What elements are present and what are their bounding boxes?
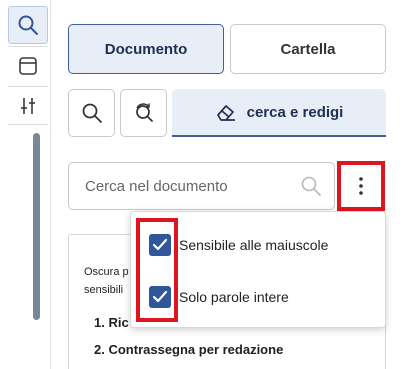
menu-item-label: Solo parole intere — [179, 289, 289, 305]
toolbar-divider — [8, 124, 48, 125]
document-scope-button[interactable]: Documento — [68, 24, 224, 74]
step-number: 1. — [94, 315, 105, 330]
folder-scope-button[interactable]: Cartella — [230, 24, 386, 74]
search-field[interactable] — [68, 162, 335, 210]
search-replace-icon — [135, 103, 153, 122]
instruction-step: 2. Contrassegna per redazione — [94, 342, 283, 357]
menu-item-label: Sensibile alle maiuscole — [179, 237, 329, 253]
redact-mode-label: cerca e redigi — [246, 103, 344, 121]
step-number: 2. — [94, 342, 105, 357]
instruction-step: 1. Ric — [94, 315, 129, 330]
more-options-button[interactable] — [344, 166, 378, 206]
step-text: Ric — [108, 315, 129, 330]
sliders-icon — [21, 98, 35, 114]
search-mode-button[interactable] — [68, 89, 115, 137]
replace-mode-button[interactable] — [120, 89, 167, 137]
more-vertical-icon — [359, 177, 363, 195]
checkbox-highlight-box — [136, 218, 178, 322]
search-submit-button[interactable] — [300, 175, 322, 202]
panel-separator — [50, 0, 51, 369]
search-panel-button[interactable] — [8, 6, 48, 44]
panel-icon — [19, 57, 37, 75]
redact-mode-tab[interactable]: cerca e redigi — [172, 89, 386, 137]
search-input[interactable] — [85, 177, 285, 195]
step-text: Contrassegna per redazione — [108, 342, 284, 357]
panel-button[interactable] — [8, 47, 48, 85]
search-icon — [18, 15, 38, 35]
scrollbar[interactable] — [33, 133, 40, 320]
search-icon — [301, 176, 321, 196]
filters-button[interactable] — [8, 87, 48, 125]
eraser-icon — [216, 105, 235, 121]
left-toolbar — [0, 0, 50, 369]
search-icon — [82, 103, 102, 123]
